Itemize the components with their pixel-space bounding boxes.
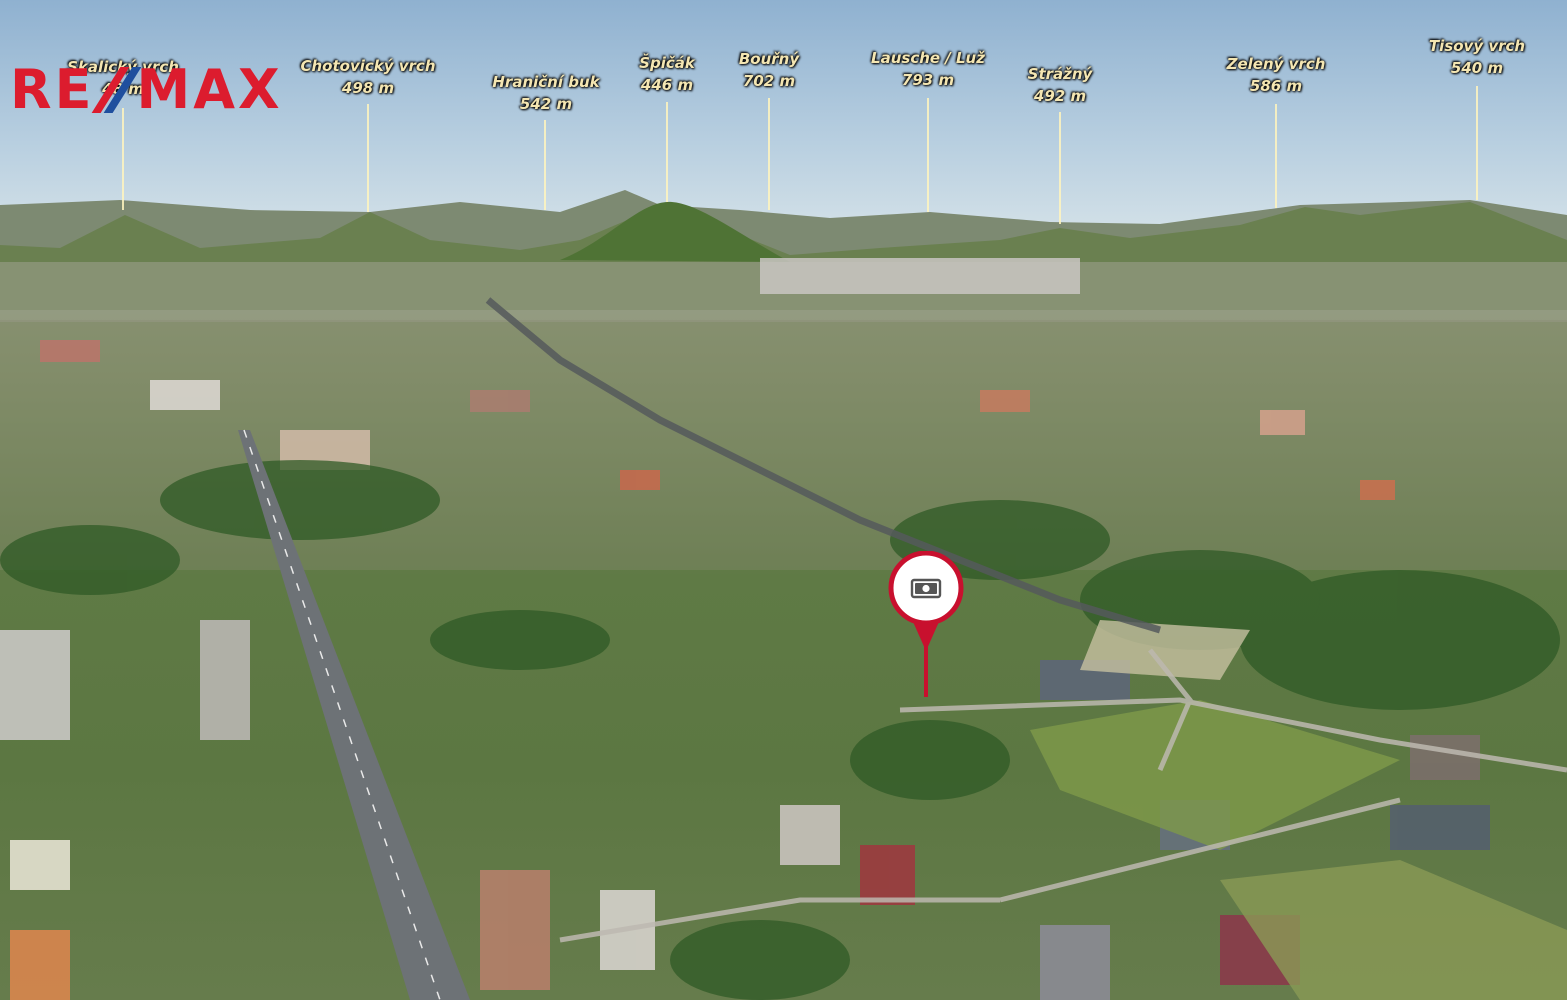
peak-name: Tisový vrch — [1428, 37, 1526, 55]
peak-elevation: 492 m — [1033, 87, 1087, 105]
peak-name: Lausche / Luž — [871, 49, 985, 67]
peak-name: Bouřný — [738, 50, 800, 68]
peak-line-bourny — [768, 98, 770, 210]
peak-elevation: 540 m — [1450, 59, 1504, 77]
terrain-overlay — [0, 190, 1567, 1000]
location-marker[interactable] — [888, 551, 964, 701]
peak-line-lausche — [927, 98, 929, 212]
peak-elevation: 542 m — [519, 95, 573, 113]
remax-logo: RE MAX — [10, 62, 283, 118]
peak-label-strazny: Strážný 492 m — [1028, 63, 1093, 107]
peak-name: Strážný — [1027, 65, 1093, 83]
peak-elevation: 702 m — [742, 72, 796, 90]
peak-line-zeleny — [1275, 104, 1277, 208]
logo-text-right: MAX — [136, 58, 283, 121]
peak-name: Chotovický vrch — [300, 57, 436, 75]
peak-label-tisovy: Tisový vrch 540 m — [1429, 35, 1525, 79]
peak-name: Hraniční buk — [492, 73, 600, 91]
peak-line-tisovy — [1476, 86, 1478, 200]
peak-line-chotovicky — [367, 104, 369, 212]
peak-label-spicak: Špičák 446 m — [639, 52, 695, 96]
logo-text-left: RE — [10, 58, 95, 121]
peak-name: Špičák — [639, 54, 695, 72]
peak-line-strazny — [1059, 112, 1061, 224]
peak-line-skalicky — [122, 108, 124, 210]
peak-label-bourny: Bouřný 702 m — [739, 48, 799, 92]
peak-line-hranicni — [544, 120, 546, 210]
peak-label-zeleny: Zelený vrch 586 m — [1227, 53, 1326, 97]
peak-elevation: 446 m — [640, 76, 694, 94]
logo-slash-icon — [92, 67, 142, 113]
peak-label-lausche: Lausche / Luž 793 m — [871, 47, 985, 91]
peak-elevation: 498 m — [341, 79, 395, 97]
peak-line-spicak — [666, 102, 668, 202]
peak-elevation: 586 m — [1249, 77, 1303, 95]
peak-elevation: 793 m — [901, 71, 955, 89]
aerial-map-view: Skalický vrch 48 m Chotovický vrch 498 m… — [0, 0, 1567, 1000]
peak-name: Zelený vrch — [1226, 55, 1326, 73]
peak-label-hranicni: Hraniční buk 542 m — [492, 71, 599, 115]
housing-blocks — [760, 258, 1080, 294]
peak-label-chotovicky: Chotovický vrch 498 m — [301, 55, 436, 99]
